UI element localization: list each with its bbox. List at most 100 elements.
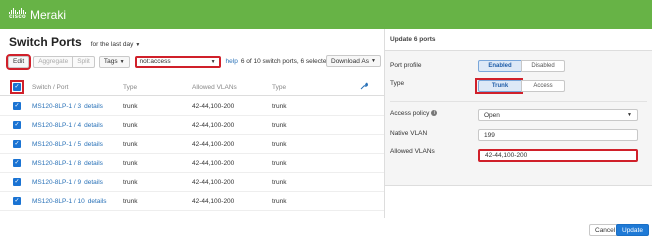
wrench-icon[interactable] bbox=[360, 82, 368, 92]
enabled-option[interactable]: Enabled bbox=[478, 60, 522, 72]
update-ports-panel: Update 6 ports Port profile Enabled Disa… bbox=[385, 29, 652, 236]
allowed-vlans-input[interactable]: 42-44,100-200 bbox=[478, 149, 638, 162]
search-input[interactable]: not:access ▼ bbox=[134, 55, 221, 68]
table-header: ✓ Switch / Port Type Allowed VLANs Type bbox=[0, 79, 384, 96]
type-toggle: Trunk Access bbox=[478, 80, 565, 92]
table-row[interactable]: ✓ MS120-8LP-1 / 5 details trunk 42-44,100… bbox=[0, 135, 384, 154]
type2-cell: trunk bbox=[272, 121, 287, 129]
row-checkbox[interactable]: ✓ bbox=[13, 197, 21, 205]
download-as-button[interactable]: Download As ▼ bbox=[326, 55, 381, 67]
page-title: Switch Ports bbox=[9, 35, 82, 49]
row-checkbox[interactable]: ✓ bbox=[13, 102, 21, 110]
port-link[interactable]: MS120-8LP-1 / 3 bbox=[32, 103, 81, 110]
caret-down-icon: ▼ bbox=[210, 58, 216, 65]
edit-button[interactable]: Edit bbox=[5, 53, 32, 70]
table-row[interactable]: ✓ MS120-8LP-1 / 4 details trunk 42-44,100… bbox=[0, 116, 384, 135]
tags-dropdown[interactable]: Tags ▼ bbox=[98, 55, 130, 68]
main-content: Switch Ports for the last day ▼ Edit Aggr… bbox=[0, 29, 384, 218]
allowed-vlans-value: 42-44,100-200 bbox=[485, 152, 528, 159]
selection-count: 6 of 10 switch ports, 6 selected bbox=[240, 58, 331, 65]
disabled-option[interactable]: Disabled bbox=[521, 60, 565, 72]
access-policy-label: Access policy i bbox=[390, 110, 438, 117]
port-link[interactable]: MS120-8LP-1 / 4 bbox=[32, 122, 81, 129]
column-header-type[interactable]: Type bbox=[123, 84, 137, 91]
port-profile-label: Port profile bbox=[390, 62, 422, 69]
port-link[interactable]: MS120-8LP-1 / 10 bbox=[32, 198, 85, 205]
type2-cell: trunk bbox=[272, 140, 287, 148]
vlans-cell: 42-44,100-200 bbox=[192, 102, 235, 110]
port-profile-toggle: Enabled Disabled bbox=[478, 60, 565, 72]
table-row[interactable]: ✓ MS120-8LP-1 / 3 details trunk 42-44,100… bbox=[0, 97, 384, 116]
tags-label: Tags bbox=[103, 58, 118, 65]
type2-cell: trunk bbox=[272, 159, 287, 167]
table-row[interactable]: ✓ MS120-8LP-1 / 9 details trunk 42-44,100… bbox=[0, 173, 384, 192]
port-link[interactable]: MS120-8LP-1 / 9 bbox=[32, 179, 81, 186]
row-checkbox[interactable]: ✓ bbox=[13, 159, 21, 167]
cisco-meraki-logo[interactable]: cisco Meraki bbox=[9, 8, 66, 22]
type-cell: trunk bbox=[123, 197, 138, 205]
access-policy-text: Access policy bbox=[390, 110, 430, 117]
toolbar: Edit Aggregate Split Tags ▼ not:access ▼ … bbox=[5, 53, 331, 70]
update-button[interactable]: Update bbox=[616, 224, 649, 236]
caret-down-icon: ▼ bbox=[119, 58, 125, 65]
aggregate-split-group: Aggregate Split bbox=[33, 55, 95, 68]
access-policy-select[interactable]: Open ▼ bbox=[478, 109, 638, 121]
type2-cell: trunk bbox=[272, 102, 287, 110]
trunk-option[interactable]: Trunk bbox=[478, 80, 522, 92]
details-link[interactable]: details bbox=[84, 122, 103, 129]
type-cell: trunk bbox=[123, 159, 138, 167]
vlans-cell: 42-44,100-200 bbox=[192, 197, 235, 205]
native-vlan-label: Native VLAN bbox=[390, 130, 428, 137]
column-header-port[interactable]: Switch / Port bbox=[32, 84, 68, 91]
panel-title: Update 6 ports bbox=[385, 29, 652, 51]
aggregate-button[interactable]: Aggregate bbox=[33, 55, 74, 68]
select-all-highlight: ✓ bbox=[10, 80, 24, 94]
details-link[interactable]: details bbox=[84, 141, 103, 148]
native-vlan-value: 199 bbox=[484, 131, 495, 139]
cisco-logo-icon: cisco bbox=[9, 8, 26, 21]
meraki-wordmark: Meraki bbox=[30, 7, 67, 22]
row-checkbox[interactable]: ✓ bbox=[13, 140, 21, 148]
native-vlan-input[interactable]: 199 bbox=[478, 129, 638, 141]
access-policy-value: Open bbox=[484, 111, 500, 119]
info-icon[interactable]: i bbox=[431, 110, 438, 117]
table-row[interactable]: ✓ MS120-8LP-1 / 10 details trunk 42-44,10… bbox=[0, 192, 384, 211]
details-link[interactable]: details bbox=[84, 179, 103, 186]
caret-down-icon: ▼ bbox=[627, 112, 632, 118]
type2-cell: trunk bbox=[272, 178, 287, 186]
port-link[interactable]: MS120-8LP-1 / 5 bbox=[32, 141, 81, 148]
time-range-label: for the last day bbox=[90, 41, 134, 48]
section-divider bbox=[390, 101, 647, 102]
row-checkbox[interactable]: ✓ bbox=[13, 121, 21, 129]
type-cell: trunk bbox=[123, 140, 138, 148]
panel-footer bbox=[385, 185, 652, 218]
row-checkbox[interactable]: ✓ bbox=[13, 178, 21, 186]
column-header-type-2[interactable]: Type bbox=[272, 84, 286, 91]
vlans-cell: 42-44,100-200 bbox=[192, 178, 235, 186]
time-range-selector[interactable]: for the last day ▼ bbox=[91, 41, 141, 48]
details-link[interactable]: details bbox=[84, 103, 103, 110]
type-label: Type bbox=[390, 80, 405, 87]
type-cell: trunk bbox=[123, 121, 138, 129]
help-link[interactable]: help bbox=[226, 58, 238, 65]
caret-down-icon: ▼ bbox=[135, 42, 141, 48]
details-link[interactable]: details bbox=[88, 198, 107, 205]
access-option[interactable]: Access bbox=[521, 80, 565, 92]
type2-cell: trunk bbox=[272, 197, 287, 205]
type-cell: trunk bbox=[123, 102, 138, 110]
cisco-wordmark: cisco bbox=[9, 14, 26, 20]
details-link[interactable]: details bbox=[84, 160, 103, 167]
split-button[interactable]: Split bbox=[72, 55, 95, 68]
select-all-checkbox[interactable]: ✓ bbox=[13, 83, 21, 91]
search-value: not:access bbox=[139, 58, 171, 65]
caret-down-icon: ▼ bbox=[370, 58, 376, 64]
vlans-cell: 42-44,100-200 bbox=[192, 121, 235, 129]
port-link[interactable]: MS120-8LP-1 / 8 bbox=[32, 160, 81, 167]
column-header-allowed-vlans[interactable]: Allowed VLANs bbox=[192, 84, 237, 91]
vlans-cell: 42-44,100-200 bbox=[192, 140, 235, 148]
download-label: Download As bbox=[331, 57, 369, 65]
top-bar: cisco Meraki bbox=[0, 0, 652, 29]
type-cell: trunk bbox=[123, 178, 138, 186]
vlans-cell: 42-44,100-200 bbox=[192, 159, 235, 167]
table-row[interactable]: ✓ MS120-8LP-1 / 8 details trunk 42-44,100… bbox=[0, 154, 384, 173]
